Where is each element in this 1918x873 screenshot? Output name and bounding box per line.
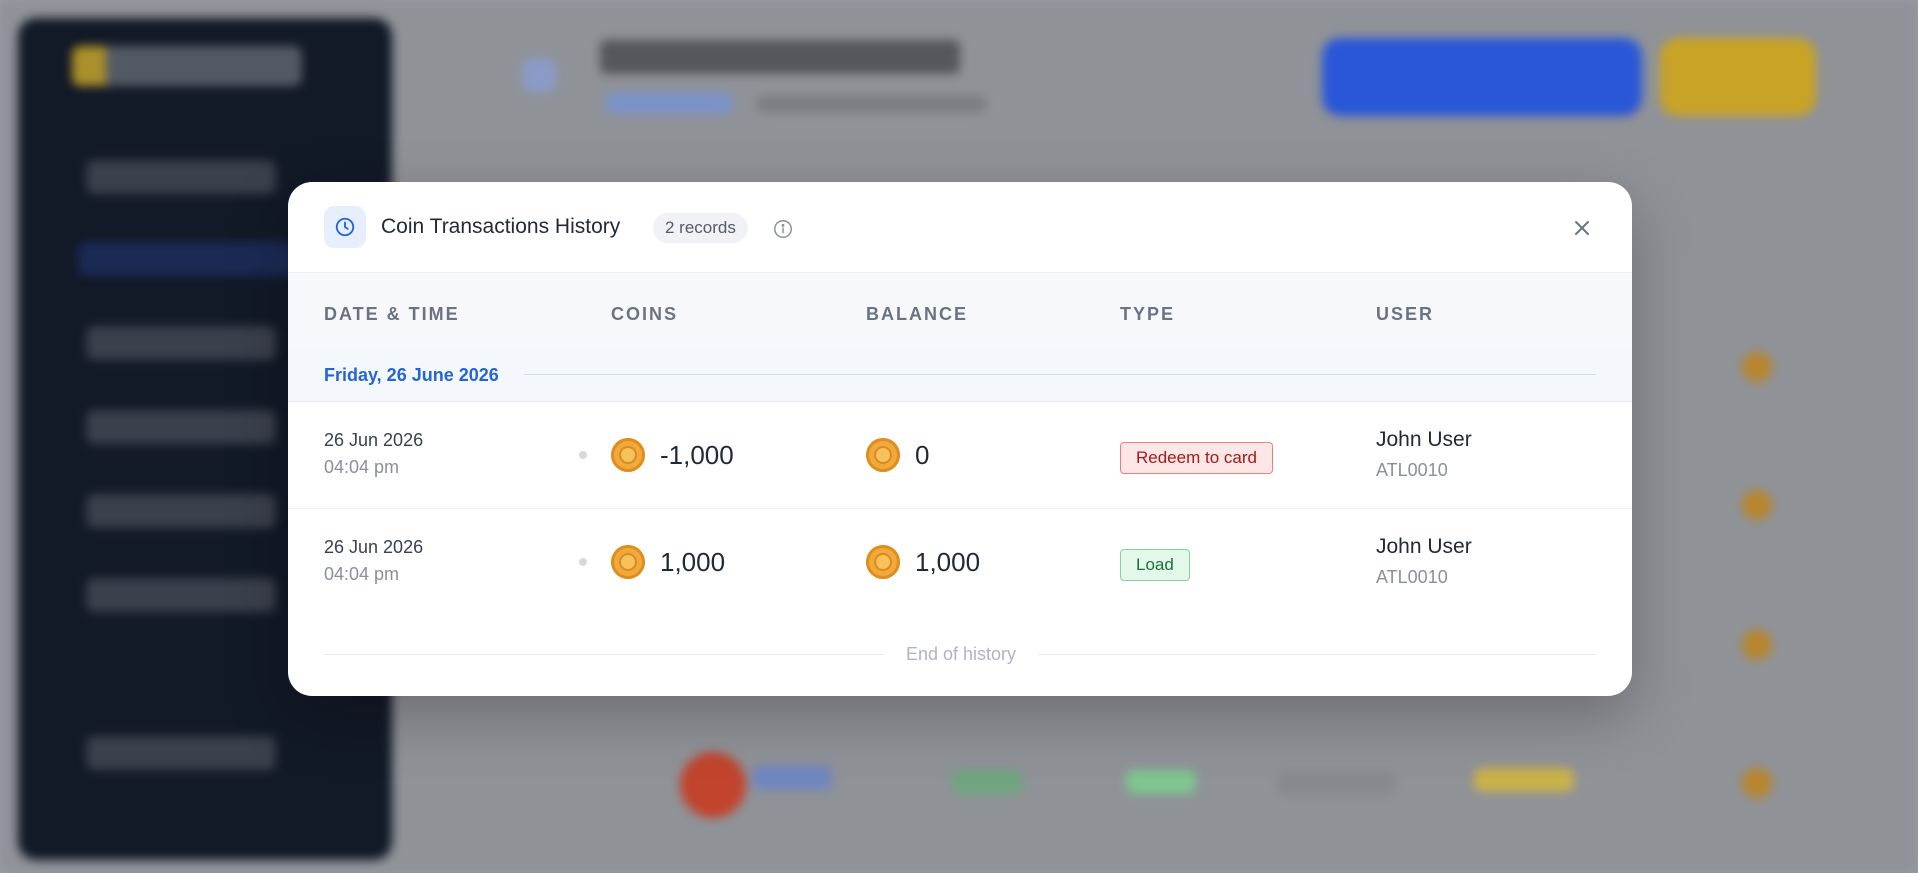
row-coins: 1,000	[660, 547, 726, 577]
coin-transactions-modal: Coin Transactions History 2 records DATE…	[288, 182, 1632, 696]
clock-icon	[324, 206, 366, 248]
row-user-name: John User	[1376, 428, 1472, 451]
column-header-type: TYPE	[1120, 304, 1176, 324]
row-coins: -1,000	[660, 440, 734, 470]
date-group-row: Friday, 26 June 2026	[288, 347, 1632, 402]
background-primary-button	[1322, 38, 1642, 116]
coin-icon	[866, 545, 900, 579]
date-group-divider	[524, 374, 1596, 375]
table-row[interactable]: 26 Jun 2026 04:04 pm 1,000 1,000 Load Jo…	[288, 509, 1632, 615]
background-secondary-button	[1660, 38, 1816, 116]
background-coin	[1742, 768, 1772, 798]
background-tag	[1474, 768, 1574, 792]
background-coin	[1742, 490, 1772, 520]
background-tag	[1126, 770, 1196, 794]
background-nav-item	[86, 160, 276, 194]
timeline-dot	[579, 558, 587, 566]
modal-title: Coin Transactions History	[381, 215, 621, 238]
background-tag	[952, 770, 1022, 794]
background-nav-item	[86, 736, 276, 770]
timeline-dot	[579, 451, 587, 459]
column-header-user: USER	[1376, 304, 1435, 324]
type-badge-load: Load	[1120, 549, 1190, 581]
row-date: 26 Jun 2026	[324, 537, 424, 557]
records-count-badge: 2 records	[653, 213, 748, 243]
background-subtitle-badge	[606, 92, 732, 114]
background-text	[1278, 772, 1396, 796]
background-name	[752, 766, 832, 790]
row-time: 04:04 pm	[324, 564, 400, 584]
date-group-label: Friday, 26 June 2026	[324, 365, 499, 385]
coin-icon	[611, 545, 645, 579]
close-button[interactable]	[1562, 208, 1602, 248]
background-nav-item	[86, 326, 276, 360]
background-avatar	[680, 752, 746, 818]
row-date: 26 Jun 2026	[324, 430, 424, 450]
column-header-balance: BALANCE	[866, 304, 968, 324]
end-divider-left	[324, 654, 884, 655]
end-divider-right	[1038, 654, 1596, 655]
row-balance: 0	[915, 440, 930, 470]
coin-icon	[611, 438, 645, 472]
background-logo	[72, 46, 302, 86]
background-nav-item	[86, 410, 276, 444]
modal-header: Coin Transactions History 2 records	[288, 182, 1632, 272]
background-header-icon	[522, 58, 556, 92]
row-time: 04:04 pm	[324, 457, 400, 477]
row-user-id: ATL0010	[1376, 460, 1448, 480]
background-nav-item	[86, 578, 276, 612]
background-coin	[1742, 630, 1772, 660]
column-header-coins: COINS	[611, 304, 679, 324]
coin-icon	[866, 438, 900, 472]
background-subtitle	[756, 96, 986, 112]
row-user-id: ATL0010	[1376, 567, 1448, 587]
column-header-date-time: DATE & TIME	[324, 304, 460, 324]
end-of-history-label: End of history	[905, 644, 1017, 664]
background-coin	[1742, 352, 1772, 382]
background-page-title	[600, 40, 960, 74]
table-header: DATE & TIME COINS BALANCE TYPE USER	[288, 272, 1632, 348]
row-user-name: John User	[1376, 535, 1472, 558]
info-icon[interactable]	[772, 218, 794, 240]
row-balance: 1,000	[915, 547, 981, 577]
table-row[interactable]: 26 Jun 2026 04:04 pm -1,000 0 Redeem to …	[288, 402, 1632, 509]
background-row-divider	[420, 702, 1820, 703]
close-icon	[1575, 221, 1589, 235]
type-badge-redeem: Redeem to card	[1120, 442, 1273, 474]
background-nav-item	[86, 494, 276, 528]
